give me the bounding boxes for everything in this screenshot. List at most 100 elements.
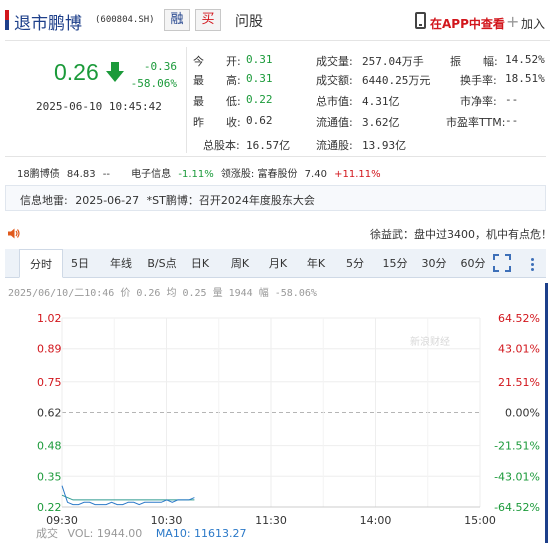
chart-crosshair-info: 2025/06/10/二10:46 价 0.26 均 0.25 量 1944 幅… xyxy=(8,288,317,299)
tab-30min[interactable]: 30分 xyxy=(419,249,449,278)
y-right-tick-label: 21.51% xyxy=(498,376,540,389)
plus-icon[interactable]: + xyxy=(506,12,519,31)
tab-5min[interactable]: 5分 xyxy=(343,249,367,278)
total-shares-label: 总股本: xyxy=(203,139,240,152)
tab-daily-k[interactable]: 日K xyxy=(188,249,212,278)
related-sector-change: -1.11% xyxy=(178,169,214,180)
prev-close-value: 0.62 xyxy=(246,114,273,127)
y-tick-label: 0.62 xyxy=(37,407,62,420)
ma10-label: MA10: 11613.27 xyxy=(155,527,247,540)
add-watchlist-link[interactable]: 加入 xyxy=(521,15,545,32)
y-right-tick-label: 0.00% xyxy=(505,407,540,420)
x-tick-label: 11:30 xyxy=(255,514,287,527)
price-line xyxy=(61,485,195,506)
info-mine-text[interactable]: *ST鹏博：召开2024年度股东大会 xyxy=(147,194,315,207)
scrollbar[interactable] xyxy=(545,283,548,543)
amplitude-label: 振 幅: xyxy=(450,55,498,68)
margin-button[interactable]: 融 xyxy=(164,9,190,31)
current-price: 0.26 xyxy=(54,59,99,85)
market-cap-label: 总市值: xyxy=(316,95,353,108)
related-bond-value: 84.83 xyxy=(66,169,96,180)
stock-header: 退市鹏博 (600804.SH) 融 买 问股 在APP中查看 + 加入 xyxy=(0,0,550,41)
volume-value-label: VOL: 1944.00 xyxy=(67,527,143,540)
price-change-percent: -58.06% xyxy=(130,77,177,90)
y-tick-label: 0.35 xyxy=(37,470,62,483)
volume-value: 257.04万手 xyxy=(362,55,424,68)
down-arrow-icon xyxy=(106,62,124,82)
float-shares-label: 流通股: xyxy=(316,139,353,152)
volume-info: 成交 VOL: 1944.00 MA10: 11613.27 xyxy=(36,525,247,541)
volume-section-label: 成交 xyxy=(36,527,58,540)
buy-button[interactable]: 买 xyxy=(195,9,221,31)
chart-tabs: 分时 5日 年线 B/S点 日K 周K 月K 年K 5分 15分 30分 60分 xyxy=(5,249,546,278)
tab-monthly-k[interactable]: 月K xyxy=(266,249,290,278)
related-bar: 18鹏博债 84.83 -- 电子信息 -1.11% 领涨股: 富春股份 7.4… xyxy=(17,165,385,180)
more-options-icon[interactable] xyxy=(530,257,536,273)
y-right-tick-label: 43.01% xyxy=(498,343,540,356)
info-mine-label: 信息地雷: xyxy=(20,194,68,207)
tab-60min[interactable]: 60分 xyxy=(458,249,488,278)
turnover-value: 6440.25万元 xyxy=(362,74,431,87)
y-right-tick-label: -43.01% xyxy=(494,470,540,483)
related-leader-name[interactable]: 富春股份 xyxy=(257,169,297,180)
prev-close-label: 昨 收: xyxy=(193,116,241,129)
y-right-tick-label: 64.52% xyxy=(498,312,540,325)
tab-minute[interactable]: 分时 xyxy=(19,249,63,278)
chart-grid xyxy=(61,317,481,508)
related-bond-change: -- xyxy=(102,169,110,180)
turnover-rate-label: 换手率: xyxy=(460,74,497,87)
view-in-app-link[interactable]: 在APP中查看 xyxy=(430,15,505,32)
pe-label: 市盈率TTM: xyxy=(446,116,506,129)
related-leader-value: 7.40 xyxy=(304,169,327,180)
y-right-tick-label: -64.52% xyxy=(494,501,540,514)
related-leader-change: +11.11% xyxy=(334,169,381,180)
x-tick-label: 15:00 xyxy=(464,514,496,527)
right-axis: 64.52% 43.01% 21.51% 0.00% -21.51% -43.01% -64… xyxy=(494,312,540,514)
y-tick-label: 0.22 xyxy=(37,501,62,514)
low-value: 0.22 xyxy=(246,93,273,106)
header-divider xyxy=(5,40,550,41)
market-cap-value: 4.31亿 xyxy=(362,95,400,108)
info-mine-date: 2025-06-27 xyxy=(75,194,140,207)
avg-price-line xyxy=(61,494,195,501)
high-label: 最 高: xyxy=(193,74,241,87)
tab-yearly-k[interactable]: 年K xyxy=(304,249,328,278)
left-axis: 1.02 0.89 0.75 0.62 0.48 0.35 0.22 xyxy=(37,312,62,514)
phone-icon[interactable] xyxy=(415,12,426,29)
tab-5day[interactable]: 5日 xyxy=(67,249,93,278)
brand-bar xyxy=(5,10,9,30)
divider xyxy=(5,156,546,157)
turnover-rate-value: 18.51% xyxy=(505,72,545,85)
tab-year-line[interactable]: 年线 xyxy=(106,249,136,278)
news-ticker[interactable]: 徐益武：盘中过3400，机中有点危！ xyxy=(370,226,550,242)
total-shares-value: 16.57亿 xyxy=(246,139,291,152)
related-bond-name[interactable]: 18鹏博债 xyxy=(17,169,60,180)
low-label: 最 低: xyxy=(193,95,241,108)
y-tick-label: 0.75 xyxy=(37,376,62,389)
pb-label: 市净率: xyxy=(460,95,497,108)
chart-lines xyxy=(61,485,195,506)
x-tick-label: 14:00 xyxy=(360,514,392,527)
y-tick-label: 1.02 xyxy=(37,312,62,325)
ask-stock-link[interactable]: 问股 xyxy=(235,11,263,31)
quote-divider xyxy=(186,47,187,153)
turnover-label: 成交额: xyxy=(316,74,353,87)
tab-bs-points[interactable]: B/S点 xyxy=(142,249,182,278)
volume-label: 成交量: xyxy=(316,55,353,68)
float-cap-value: 3.62亿 xyxy=(362,116,400,129)
open-label: 今 开: xyxy=(193,55,241,68)
fullscreen-icon[interactable] xyxy=(493,254,511,272)
open-value: 0.31 xyxy=(246,53,273,66)
amplitude-value: 14.52% xyxy=(505,53,545,66)
watermark: 新浪财经 xyxy=(410,335,450,348)
stock-code: (600804.SH) xyxy=(95,15,155,25)
stock-name: 退市鹏博 xyxy=(14,14,82,34)
related-sector-name[interactable]: 电子信息 xyxy=(131,169,171,180)
tab-15min[interactable]: 15分 xyxy=(380,249,410,278)
quote-time: 2025-06-10 10:45:42 xyxy=(36,100,162,113)
y-tick-label: 0.89 xyxy=(37,343,62,356)
related-leader-prefix: 领涨股: xyxy=(220,169,255,180)
float-cap-label: 流通值: xyxy=(316,116,353,129)
tab-weekly-k[interactable]: 周K xyxy=(228,249,252,278)
info-mine-row[interactable]: 信息地雷: 2025-06-27 *ST鹏博：召开2024年度股东大会 xyxy=(20,192,315,208)
